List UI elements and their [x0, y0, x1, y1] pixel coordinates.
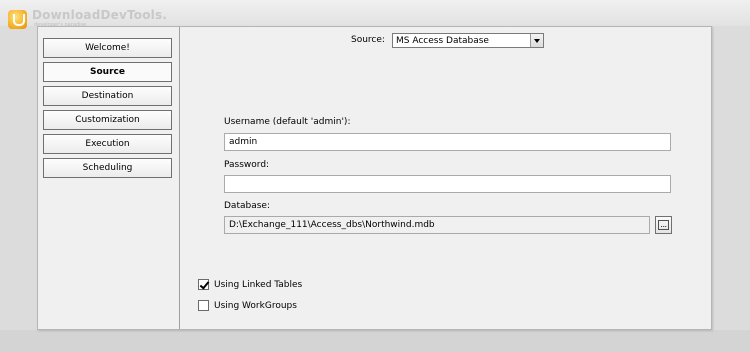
chevron-down-icon[interactable] — [530, 34, 543, 47]
wizard-window: Welcome! Source Destination Customizatio… — [37, 26, 712, 330]
source-select-value: MS Access Database — [396, 35, 489, 46]
linked-tables-checkbox[interactable] — [198, 279, 209, 290]
nav-welcome-button[interactable]: Welcome! — [43, 38, 172, 58]
nav-source-button[interactable]: Source — [43, 62, 172, 82]
nav-customization-button[interactable]: Customization — [43, 110, 172, 130]
backdrop-bottom — [0, 330, 750, 352]
linked-tables-label: Using Linked Tables — [214, 279, 303, 290]
linked-tables-option[interactable]: Using Linked Tables — [198, 279, 302, 290]
password-input[interactable] — [224, 175, 671, 193]
nav-destination-button[interactable]: Destination — [43, 86, 172, 106]
nav-execution-button[interactable]: Execution — [43, 134, 172, 154]
wizard-nav: Welcome! Source Destination Customizatio… — [38, 27, 180, 329]
database-path-input[interactable]: D:\Exchange_111\Access_dbs\Northwind.mdb — [224, 216, 650, 234]
watermark-text: DownloadDevTools. developer's paradise — [32, 8, 167, 28]
database-label: Database: — [224, 201, 270, 211]
browse-database-button[interactable]: ... — [655, 216, 672, 234]
workgroups-checkbox[interactable] — [198, 300, 209, 311]
watermark-logo-icon — [8, 10, 27, 29]
workgroups-option[interactable]: Using WorkGroups — [198, 300, 297, 311]
source-label: Source: — [351, 35, 385, 45]
username-label: Username (default 'admin'): — [224, 117, 351, 127]
password-label: Password: — [224, 160, 270, 170]
workgroups-label: Using WorkGroups — [214, 300, 297, 311]
nav-scheduling-button[interactable]: Scheduling — [43, 158, 172, 178]
watermark-title: DownloadDevTools. — [32, 8, 168, 22]
source-panel: Source: MS Access Database Username (def… — [181, 27, 711, 329]
username-input[interactable]: admin — [224, 133, 671, 151]
browse-icon: ... — [658, 220, 669, 230]
source-select[interactable]: MS Access Database — [392, 33, 544, 48]
